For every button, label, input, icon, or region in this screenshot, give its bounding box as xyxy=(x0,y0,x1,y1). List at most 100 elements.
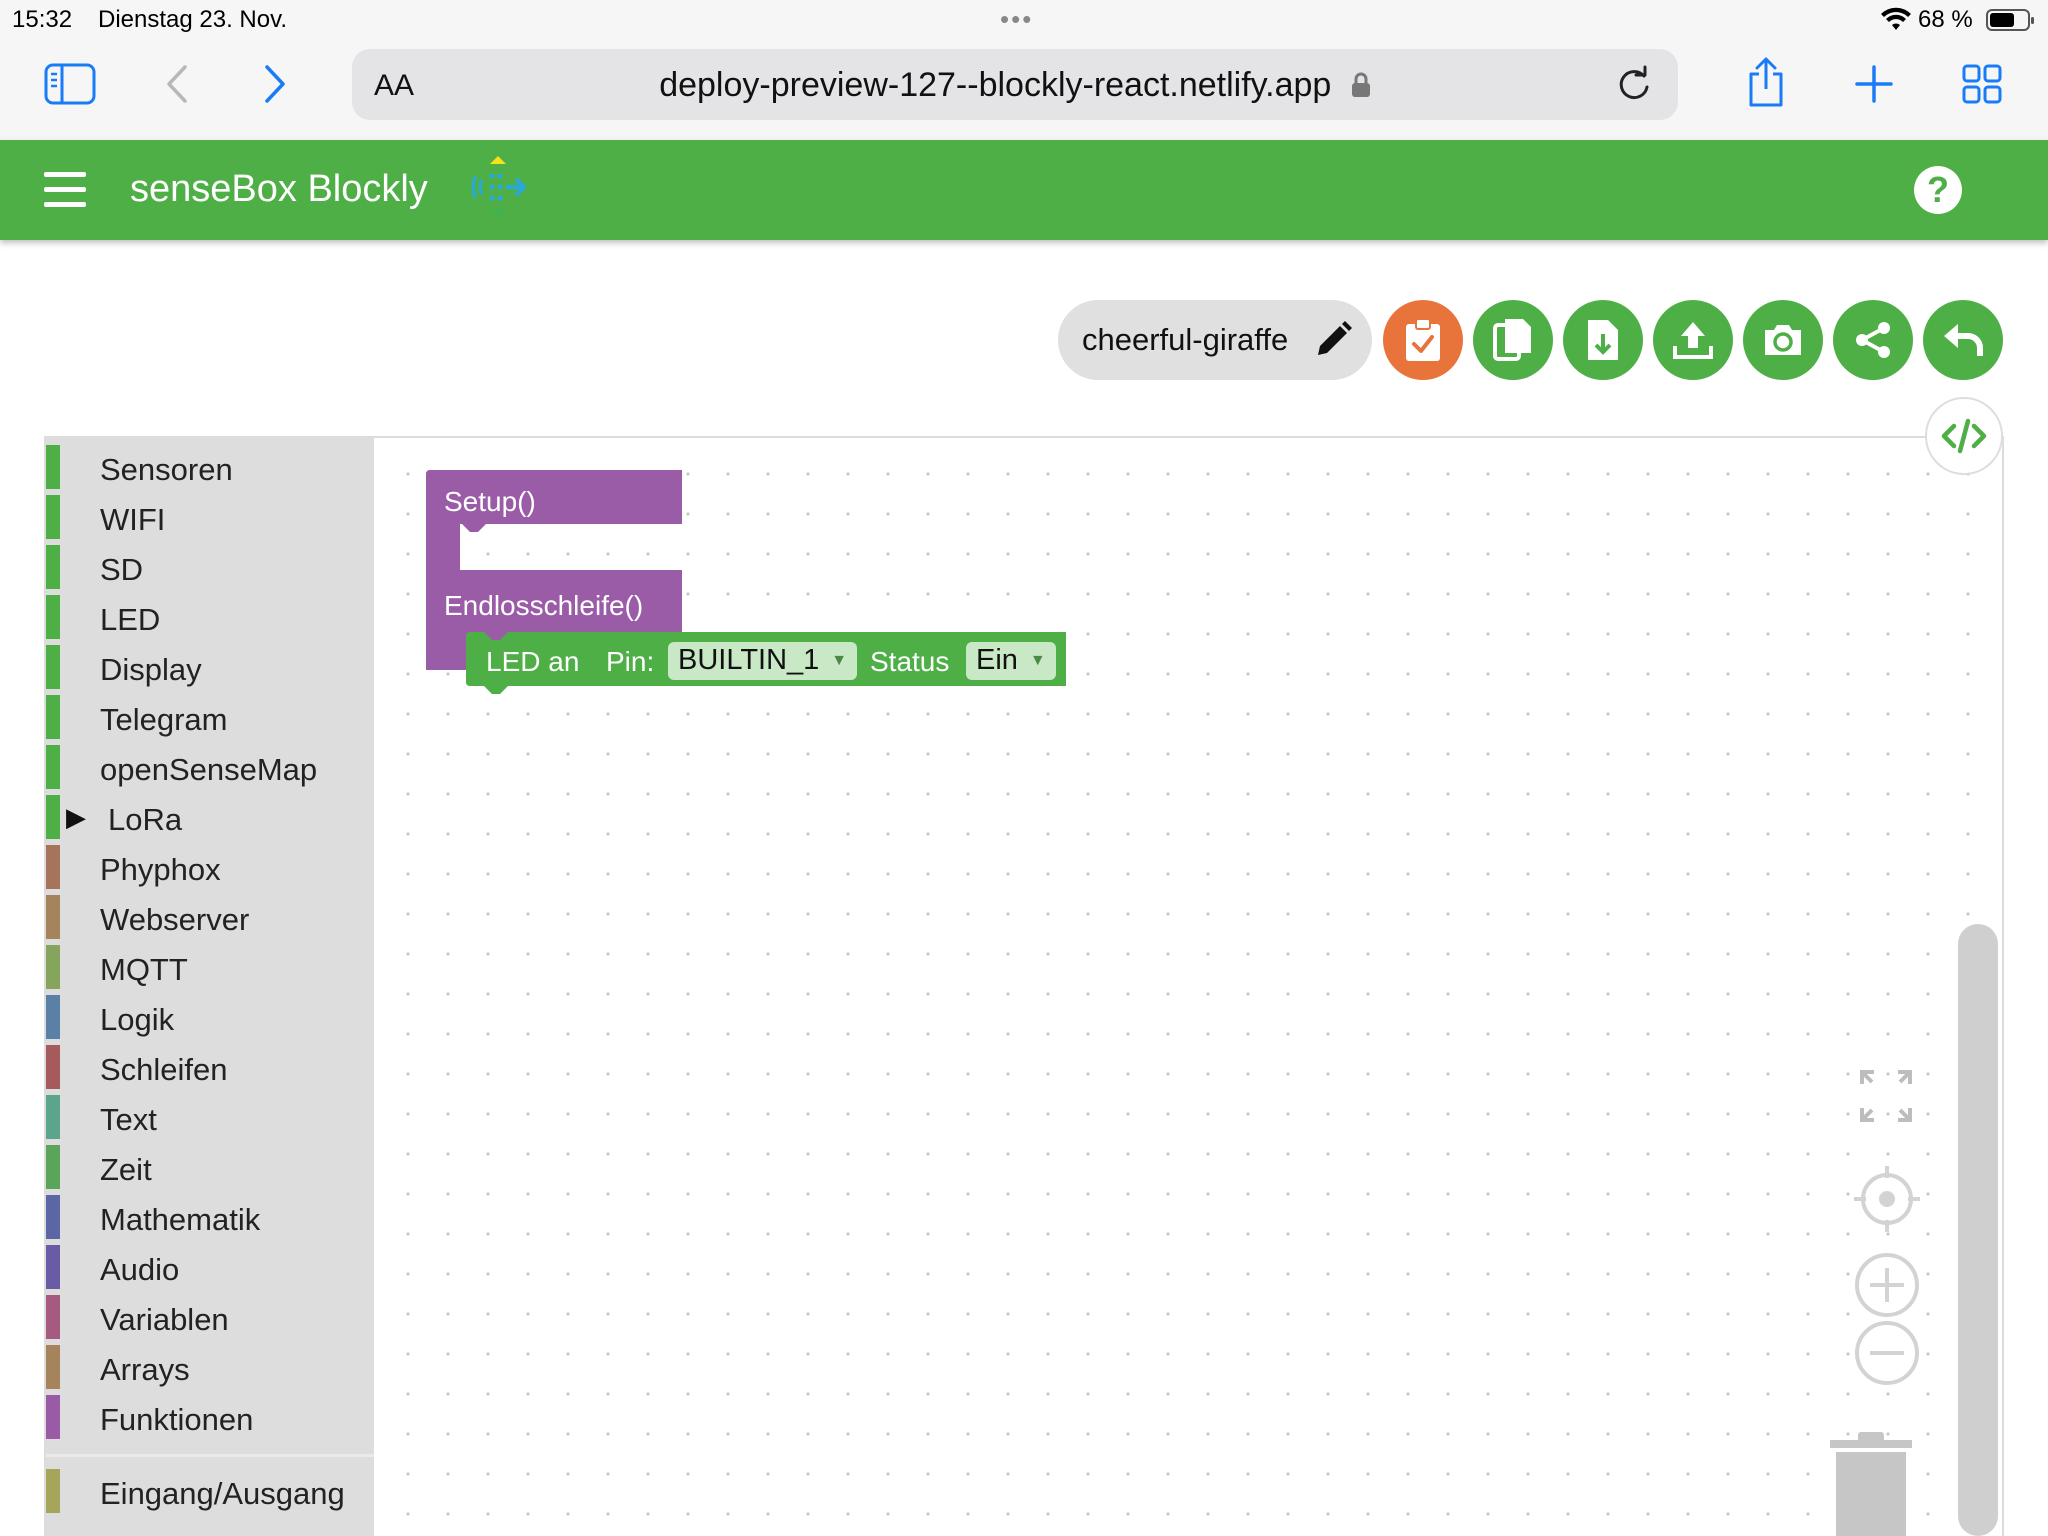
category-color-bar xyxy=(46,1469,60,1513)
toolbox-category-arrays[interactable]: Arrays xyxy=(46,1342,374,1392)
category-color-bar xyxy=(46,1345,60,1389)
led-pin-label: Pin: xyxy=(606,646,655,677)
recenter-icon[interactable] xyxy=(1852,1164,1922,1234)
share-button[interactable] xyxy=(1833,300,1913,380)
category-label: Sensoren xyxy=(100,452,233,487)
expand-arrow-icon[interactable]: ▶ xyxy=(66,802,86,833)
pencil-icon[interactable] xyxy=(1314,321,1352,359)
toolbox-category-sensoren[interactable]: Sensoren xyxy=(46,442,374,492)
pin-dropdown[interactable]: BUILTIN_1 ▼ xyxy=(668,642,858,680)
toolbox-category-led[interactable]: LED xyxy=(46,592,374,642)
toolbox-category-webserver[interactable]: Webserver xyxy=(46,892,374,942)
category-color-bar xyxy=(46,1045,60,1089)
status-date: Dienstag 23. Nov. xyxy=(98,6,287,33)
category-label: Webserver xyxy=(100,902,250,937)
category-color-bar xyxy=(46,795,60,839)
toolbox-category-logik[interactable]: Logik xyxy=(46,992,374,1042)
zoom-in-icon[interactable] xyxy=(1852,1250,1922,1320)
share-icon[interactable] xyxy=(1744,54,1788,110)
copy-button[interactable] xyxy=(1473,300,1553,380)
toolbox-category-text[interactable]: Text xyxy=(46,1092,374,1142)
toolbox-category-mathematik[interactable]: Mathematik xyxy=(46,1192,374,1242)
dropdown-arrow-icon: ▼ xyxy=(1029,652,1046,670)
category-color-bar xyxy=(46,995,60,1039)
code-toggle-button[interactable] xyxy=(1925,397,2003,475)
zoom-out-icon[interactable] xyxy=(1852,1318,1922,1388)
back-icon[interactable] xyxy=(162,62,192,106)
category-label: Variablen xyxy=(100,1302,229,1337)
new-tab-icon[interactable] xyxy=(1852,62,1896,106)
menu-icon[interactable] xyxy=(44,172,86,208)
toolbox-category-display[interactable]: Display xyxy=(46,642,374,692)
toolbox-category-zeit[interactable]: Zeit xyxy=(46,1142,374,1192)
project-name-chip[interactable]: cheerful-giraffe xyxy=(1058,300,1372,380)
forward-icon[interactable] xyxy=(260,62,290,106)
toolbox-category-lora[interactable]: ▶ LoRa xyxy=(46,792,374,842)
category-color-bar xyxy=(46,495,60,539)
toolbox-category-funktionen[interactable]: Funktionen xyxy=(46,1392,374,1442)
multitasking-dots-icon[interactable]: ••• xyxy=(1000,4,1033,35)
category-label: Funktionen xyxy=(100,1402,254,1437)
setup-label: Setup() xyxy=(444,486,536,517)
help-button[interactable]: ? xyxy=(1914,166,1962,214)
category-color-bar xyxy=(46,845,60,889)
category-color-bar xyxy=(46,545,60,589)
category-label: Phyphox xyxy=(100,852,221,887)
led-block-label: LED an xyxy=(486,646,580,677)
app-bar: senseBox Blockly ? xyxy=(0,140,2048,240)
fullscreen-icon[interactable] xyxy=(1858,1068,1914,1124)
wifi-icon xyxy=(1881,7,1911,30)
category-label: Logik xyxy=(100,1002,175,1037)
category-label: Zeit xyxy=(100,1152,152,1187)
category-label: Telegram xyxy=(100,702,228,737)
download-button[interactable] xyxy=(1563,300,1643,380)
category-label: Arrays xyxy=(100,1352,190,1387)
camera-icon xyxy=(1765,325,1801,355)
tab-overview-icon[interactable] xyxy=(1960,62,2004,106)
toolbox-category-sd[interactable]: SD xyxy=(46,542,374,592)
toolbox-category-telegram[interactable]: Telegram xyxy=(46,692,374,742)
status-bar: 15:32 Dienstag 23. Nov. ••• 68 % xyxy=(0,0,2048,40)
app-title: senseBox Blockly xyxy=(130,168,428,210)
status-time: 15:32 xyxy=(12,6,73,33)
toolbox-separator xyxy=(46,1454,374,1457)
category-color-bar xyxy=(46,445,60,489)
toolbox-category-wifi[interactable]: WIFI xyxy=(46,492,374,542)
trash-icon[interactable] xyxy=(1826,1428,1916,1536)
copy-icon xyxy=(1493,319,1531,361)
upload-button[interactable] xyxy=(1653,300,1733,380)
address-bar[interactable]: AA deploy-preview-127--blockly-react.net… xyxy=(352,49,1678,120)
sidebar-toggle-icon[interactable] xyxy=(44,62,96,106)
status-dropdown[interactable]: Ein ▼ xyxy=(966,642,1056,680)
category-color-bar xyxy=(46,1295,60,1339)
toolbox-category-eingang-ausgang[interactable]: Eingang/Ausgang xyxy=(46,1466,374,1516)
category-label: LoRa xyxy=(108,802,183,837)
reload-icon[interactable] xyxy=(1614,65,1654,105)
screenshot-button[interactable] xyxy=(1743,300,1823,380)
toolbox: Eingang/Ausgang Sensoren WIFI SD LED Display… xyxy=(46,438,374,1536)
blockly-workspace[interactable]: Eingang/Ausgang Sensoren WIFI SD LED Display… xyxy=(44,436,2004,1536)
toolbox-category-schleifen[interactable]: Schleifen xyxy=(46,1042,374,1092)
category-label: openSenseMap xyxy=(100,752,318,787)
upload-icon xyxy=(1673,322,1713,359)
toolbox-category-opensensemap[interactable]: openSenseMap xyxy=(46,742,374,792)
category-label: SD xyxy=(100,552,144,587)
workspace-vertical-scrollbar[interactable] xyxy=(1958,924,1998,1536)
compile-button[interactable] xyxy=(1383,300,1463,380)
toolbox-category-audio[interactable]: Audio xyxy=(46,1242,374,1292)
toolbox-category-variablen[interactable]: Variablen xyxy=(46,1292,374,1342)
undo-icon xyxy=(1944,324,1983,356)
url-text[interactable]: deploy-preview-127--blockly-react.netlif… xyxy=(352,66,1678,105)
sensebox-logo-icon xyxy=(471,156,527,218)
toolbox-category-phyphox[interactable]: Phyphox xyxy=(46,842,374,892)
category-color-bar xyxy=(46,945,60,989)
category-color-bar xyxy=(46,695,60,739)
category-color-bar xyxy=(46,1195,60,1239)
browser-toolbar: AA deploy-preview-127--blockly-react.net… xyxy=(0,40,2048,140)
loop-label: Endlosschleife() xyxy=(444,590,644,621)
reset-button[interactable] xyxy=(1923,300,2003,380)
toolbox-category-mqtt[interactable]: MQTT xyxy=(46,942,374,992)
project-name: cheerful-giraffe xyxy=(1082,322,1289,357)
category-label: Audio xyxy=(100,1252,180,1287)
battery-percentage: 68 % xyxy=(1918,6,1973,33)
